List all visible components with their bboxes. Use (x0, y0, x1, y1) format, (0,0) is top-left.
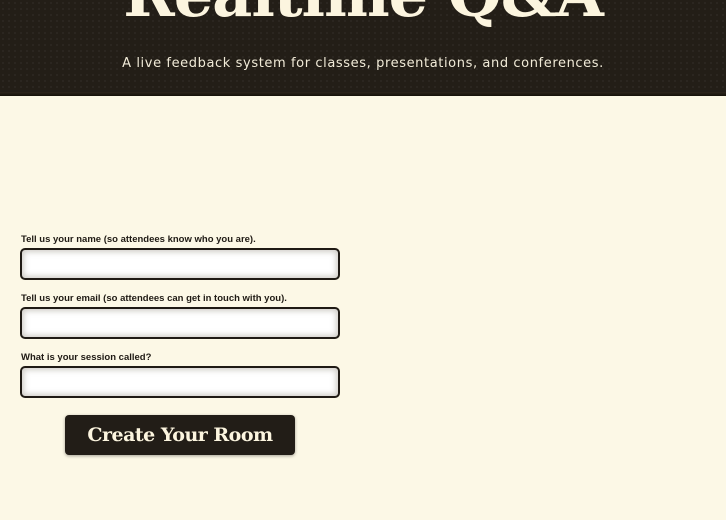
site-tagline: A live feedback system for classes, pres… (122, 56, 604, 71)
create-room-button[interactable]: Create Your Room (65, 415, 295, 455)
name-field-group: Tell us your name (so attendees know who… (20, 234, 350, 293)
email-field-group: Tell us your email (so attendees can get… (20, 293, 350, 352)
session-name-input[interactable] (20, 366, 340, 398)
email-field-label: Tell us your email (so attendees can get… (21, 293, 287, 304)
create-room-form: Tell us your name (so attendees know who… (20, 234, 350, 411)
site-header: Realtime Q&A A live feedback system for … (0, 0, 726, 96)
name-input[interactable] (20, 248, 340, 280)
name-field-label: Tell us your name (so attendees know who… (21, 234, 256, 245)
email-input[interactable] (20, 307, 340, 339)
session-field-label: What is your session called? (21, 352, 152, 363)
site-title: Realtime Q&A (0, 0, 726, 30)
session-field-group: What is your session called? (20, 352, 350, 411)
